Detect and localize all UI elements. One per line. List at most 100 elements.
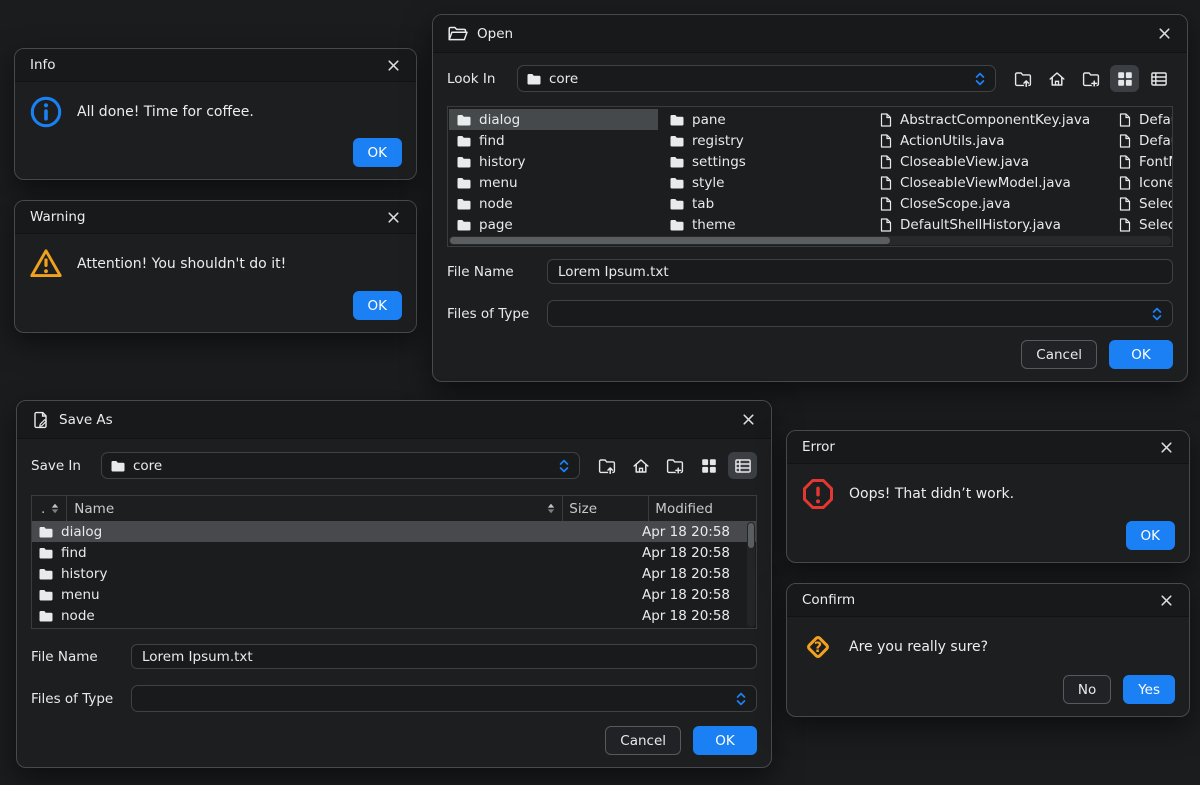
column-header-modified[interactable]: Modified <box>649 496 756 521</box>
file-name-input[interactable] <box>131 644 757 669</box>
table-row[interactable]: menu Apr 18 20:58 <box>32 584 756 605</box>
new-folder-button[interactable] <box>660 452 689 479</box>
column-label: Modified <box>655 500 713 517</box>
close-button[interactable] <box>1155 589 1177 611</box>
info-dialog-titlebar[interactable]: Info <box>15 49 416 82</box>
file-list-item[interactable]: history <box>449 151 658 172</box>
table-row[interactable]: history Apr 18 20:58 <box>32 563 756 584</box>
home-button[interactable] <box>626 452 655 479</box>
save-in-combobox[interactable]: core <box>101 452 580 479</box>
up-folder-button[interactable] <box>592 452 621 479</box>
up-folder-button[interactable] <box>1008 65 1037 92</box>
file-name-label: File Name <box>447 263 514 280</box>
folder-icon <box>670 198 684 210</box>
file-list-item[interactable]: dialog <box>449 109 658 130</box>
file-list-item[interactable]: find <box>449 130 658 151</box>
file-list-item[interactable]: Selectab <box>1111 214 1172 235</box>
dialog-title: Error <box>802 439 835 455</box>
grid-view-icon <box>700 457 718 475</box>
open-dialog-titlebar[interactable]: Open <box>433 15 1187 53</box>
warning-dialog-titlebar[interactable]: Warning <box>15 201 416 234</box>
folder-icon <box>111 460 125 472</box>
column-header-icon[interactable]: . <box>32 496 68 521</box>
vertical-scrollbar[interactable] <box>747 522 755 627</box>
row-name: history <box>61 565 108 582</box>
scrollbar-thumb[interactable] <box>748 523 754 548</box>
details-view-button[interactable] <box>1144 65 1173 92</box>
file-list-item[interactable]: DefaultShellHistory.java <box>872 214 1100 235</box>
sort-icon <box>546 503 556 514</box>
cancel-button[interactable]: Cancel <box>605 726 681 755</box>
confirm-dialog-titlebar[interactable]: Confirm <box>787 584 1189 617</box>
ok-button[interactable]: OK <box>352 291 402 320</box>
home-button[interactable] <box>1042 65 1071 92</box>
look-in-value: core <box>549 70 579 87</box>
file-list-item[interactable]: registry <box>662 130 756 151</box>
close-button[interactable] <box>1153 23 1175 45</box>
grid-view-button[interactable] <box>694 452 723 479</box>
close-button[interactable] <box>1155 436 1177 458</box>
file-list-item[interactable]: CloseScope.java <box>872 193 1100 214</box>
details-view-button[interactable] <box>728 452 757 479</box>
cancel-button[interactable]: Cancel <box>1021 340 1097 369</box>
files-of-type-combobox[interactable] <box>131 685 757 712</box>
ok-button[interactable]: OK <box>1125 521 1175 550</box>
file-list-item[interactable]: FontMan <box>1111 151 1172 172</box>
file-list-item[interactable]: theme <box>662 214 756 235</box>
file-list-item[interactable]: menu <box>449 172 658 193</box>
file-icon <box>880 155 892 169</box>
yes-button[interactable]: Yes <box>1123 675 1175 704</box>
details-view-icon <box>734 457 752 475</box>
look-in-combobox[interactable]: core <box>517 65 996 92</box>
file-list-item[interactable]: style <box>662 172 756 193</box>
file-list-item[interactable]: tab <box>662 193 756 214</box>
table-row[interactable]: node Apr 18 20:58 <box>32 605 756 626</box>
save-dialog-titlebar[interactable]: Save As <box>17 401 771 439</box>
file-list-item[interactable]: AbstractComponentKey.java <box>872 109 1100 130</box>
file-list-item[interactable]: CloseableViewModel.java <box>872 172 1100 193</box>
file-list-item[interactable]: DefaultS <box>1111 109 1172 130</box>
file-list-item[interactable]: node <box>449 193 658 214</box>
file-list-item[interactable]: ActionUtils.java <box>872 130 1100 151</box>
file-list-column: dialog find history menu node page <box>449 109 658 235</box>
files-of-type-combobox[interactable] <box>547 300 1173 327</box>
dialog-body: Oops! That didn’t work. OK <box>787 464 1189 562</box>
file-icon <box>1119 113 1131 127</box>
filechooser-toolbar <box>1008 65 1173 92</box>
file-list-item[interactable]: page <box>449 214 658 235</box>
folder-icon <box>39 589 53 601</box>
close-button[interactable] <box>737 409 759 431</box>
close-button[interactable] <box>382 206 404 228</box>
table-row[interactable]: dialog Apr 18 20:58 <box>32 521 756 542</box>
filechooser-toolbar <box>592 452 757 479</box>
horizontal-scrollbar[interactable] <box>449 236 1171 245</box>
table-row[interactable]: find Apr 18 20:58 <box>32 542 756 563</box>
file-list-item[interactable]: CloseableView.java <box>872 151 1100 172</box>
file-list-item[interactable]: IconedVi <box>1111 172 1172 193</box>
grid-view-button[interactable] <box>1110 65 1139 92</box>
close-button[interactable] <box>382 54 404 76</box>
file-icon <box>880 197 892 211</box>
scrollbar-thumb[interactable] <box>450 237 891 244</box>
column-header-name[interactable]: Name <box>67 496 564 521</box>
column-header-size[interactable]: Size <box>563 496 650 521</box>
file-list-item[interactable]: DefaultS <box>1111 130 1172 151</box>
folder-icon <box>39 568 53 580</box>
file-name-label: File Name <box>31 648 98 665</box>
item-label: dialog <box>479 111 521 128</box>
combo-chevrons-icon <box>735 691 747 707</box>
ok-button[interactable]: OK <box>352 138 402 167</box>
file-list-item[interactable]: Selectab <box>1111 193 1172 214</box>
file-name-input[interactable] <box>547 259 1173 284</box>
no-button[interactable]: No <box>1062 675 1112 704</box>
file-list-item[interactable]: pane <box>662 109 756 130</box>
file-list-column: AbstractComponentKey.java ActionUtils.ja… <box>872 109 1100 235</box>
ok-button[interactable]: OK <box>1109 340 1173 369</box>
error-dialog-titlebar[interactable]: Error <box>787 431 1189 464</box>
combo-chevrons-icon <box>974 71 986 87</box>
look-in-label: Look In <box>447 70 496 87</box>
new-folder-button[interactable] <box>1076 65 1105 92</box>
file-list-item[interactable]: settings <box>662 151 756 172</box>
item-label: settings <box>692 153 746 170</box>
ok-button[interactable]: OK <box>693 726 757 755</box>
